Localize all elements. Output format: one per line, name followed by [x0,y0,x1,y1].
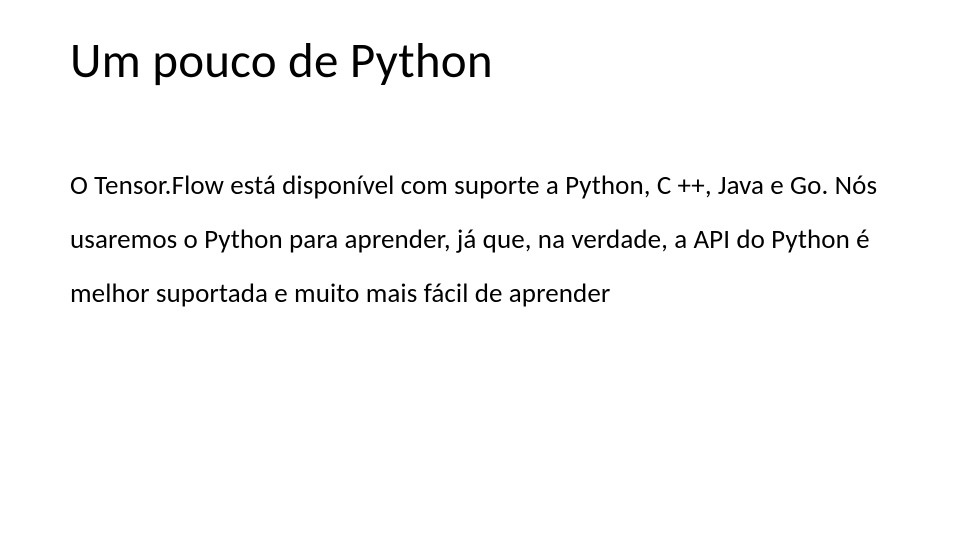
slide-body-text: O Tensor.Flow está disponível com suport… [70,159,890,321]
slide: Um pouco de Python O Tensor.Flow está di… [0,0,960,540]
slide-title: Um pouco de Python [70,35,890,89]
